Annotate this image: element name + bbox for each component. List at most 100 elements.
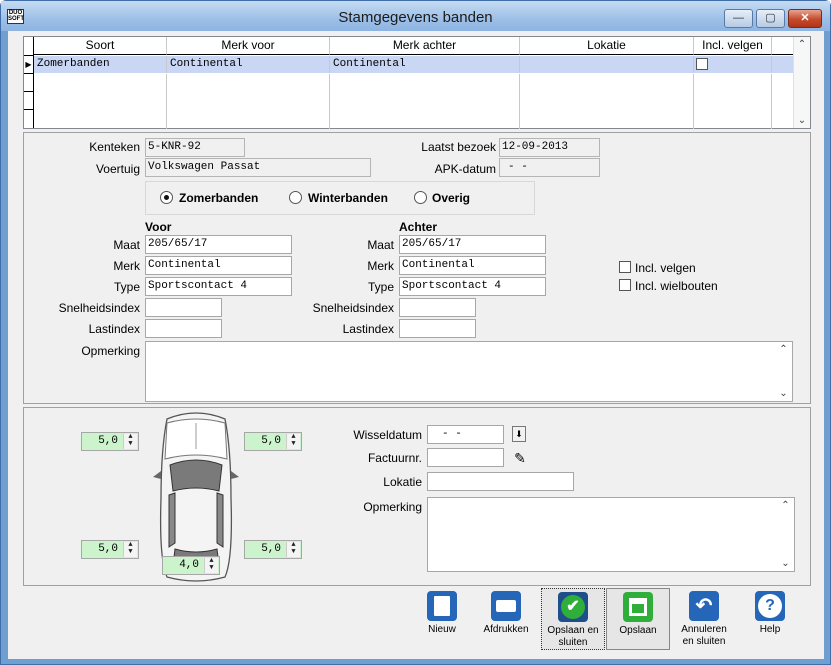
snelheidsindex-voor-field[interactable] bbox=[145, 298, 222, 317]
row-indicator[interactable] bbox=[24, 110, 34, 128]
title-bar[interactable]: DUO SOFT Stamgegevens banden — ▢ ✕ bbox=[1, 1, 830, 31]
incl-wielbouten-checkbox[interactable] bbox=[619, 279, 631, 291]
cell-merk-voor[interactable]: Continental bbox=[167, 56, 330, 73]
tread-rear-right-spinner[interactable]: 5,0 ▲ ▼ bbox=[244, 540, 302, 559]
apk-datum-field[interactable]: - - bbox=[499, 158, 600, 177]
scroll-down-icon[interactable]: ⌄ bbox=[794, 115, 810, 126]
voor-heading: Voor bbox=[145, 220, 172, 234]
opmerking-label: Opmerking bbox=[81, 344, 140, 358]
scroll-down-icon[interactable]: ⌄ bbox=[775, 388, 792, 399]
radio-overig[interactable] bbox=[414, 191, 427, 204]
cell-lokatie[interactable] bbox=[520, 56, 694, 73]
col-header-incl-velgen[interactable]: Incl. velgen bbox=[694, 37, 772, 55]
help-button[interactable]: ? Help bbox=[738, 588, 802, 650]
wisseldatum-field[interactable]: - - bbox=[427, 425, 504, 444]
lastindex-voor-field[interactable] bbox=[145, 319, 222, 338]
spin-arrows-icon[interactable]: ▲ ▼ bbox=[286, 434, 300, 449]
col-header-merk-achter[interactable]: Merk achter bbox=[330, 37, 520, 55]
opslaan-button[interactable]: Opslaan bbox=[606, 588, 670, 650]
help-icon: ? bbox=[755, 591, 785, 621]
overig-label[interactable]: Overig bbox=[432, 191, 470, 205]
tread-front-left-spinner[interactable]: 5,0 ▲ ▼ bbox=[81, 432, 139, 451]
cell-merk-achter[interactable]: Continental bbox=[330, 56, 520, 73]
row-indicator[interactable] bbox=[24, 74, 34, 92]
maat-achter-label: Maat bbox=[367, 238, 394, 252]
tread-spare-spinner[interactable]: 4,0 ▲ ▼ bbox=[162, 556, 220, 575]
spin-arrows-icon[interactable]: ▲ ▼ bbox=[123, 542, 137, 557]
calendar-dropdown-icon[interactable]: ⬇ bbox=[512, 426, 526, 442]
grid-scrollbar[interactable]: ⌃ ⌄ bbox=[793, 37, 810, 128]
maat-achter-field[interactable]: 205/65/17 bbox=[399, 235, 546, 254]
scroll-up-icon[interactable]: ⌃ bbox=[775, 344, 792, 355]
spin-arrows-icon[interactable]: ▲ ▼ bbox=[286, 542, 300, 557]
annuleren-en-sluiten-button[interactable]: ↶ Annuleren en sluiten bbox=[672, 588, 736, 650]
cell-soort[interactable]: Zomerbanden bbox=[34, 56, 167, 73]
spin-arrows-icon[interactable]: ▲ ▼ bbox=[123, 434, 137, 449]
merk-achter-field[interactable]: Continental bbox=[399, 256, 546, 275]
scroll-down-icon[interactable]: ⌄ bbox=[777, 558, 794, 569]
apk-datum-label: APK-datum bbox=[434, 162, 496, 176]
type-achter-label: Type bbox=[367, 280, 394, 294]
cell-incl-velgen[interactable] bbox=[694, 56, 772, 73]
type-achter-field[interactable]: Sportscontact 4 bbox=[399, 277, 546, 296]
row-indicator[interactable] bbox=[24, 92, 34, 110]
maximize-button[interactable]: ▢ bbox=[756, 9, 785, 28]
lastindex-achter-label: Lastindex bbox=[342, 322, 394, 336]
opslaan-en-sluiten-label-2: sluiten bbox=[558, 637, 588, 648]
lastindex-achter-field[interactable] bbox=[399, 319, 476, 338]
row-indicator-header bbox=[24, 37, 34, 56]
maat-voor-field[interactable]: 205/65/17 bbox=[145, 235, 292, 254]
scroll-up-icon[interactable]: ⌃ bbox=[777, 500, 794, 511]
lokatie-field[interactable] bbox=[427, 472, 574, 491]
radio-winterbanden[interactable] bbox=[289, 191, 302, 204]
opslaan-en-sluiten-button[interactable]: ✔ Opslaan en sluiten bbox=[541, 588, 605, 650]
swap-opmerking-label: Opmerking bbox=[363, 500, 422, 514]
annuleren-label-2: en sluiten bbox=[682, 636, 726, 647]
laatst-bezoek-field[interactable]: 12-09-2013 bbox=[499, 138, 600, 157]
spin-arrows-icon[interactable]: ▲ ▼ bbox=[204, 558, 218, 573]
row-pointer-icon[interactable]: ▶ bbox=[24, 56, 34, 74]
col-header-soort[interactable]: Soort bbox=[34, 37, 167, 55]
nieuw-button[interactable]: Nieuw bbox=[410, 588, 474, 650]
achter-heading: Achter bbox=[399, 220, 438, 234]
col-header-lokatie[interactable]: Lokatie bbox=[520, 37, 694, 55]
incl-velgen-label[interactable]: Incl. velgen bbox=[635, 261, 696, 275]
merk-achter-label: Merk bbox=[367, 259, 394, 273]
edit-note-icon[interactable]: ✎ bbox=[511, 449, 529, 467]
tread-front-right-value: 5,0 bbox=[261, 435, 281, 447]
window-title: Stamgegevens banden bbox=[338, 9, 493, 26]
factuurnr-field[interactable] bbox=[427, 448, 504, 467]
undo-icon: ↶ bbox=[689, 591, 719, 621]
incl-velgen-checkbox[interactable] bbox=[619, 261, 631, 273]
main-window: DUO SOFT Stamgegevens banden — ▢ ✕ Soort… bbox=[0, 0, 831, 665]
incl-wielbouten-label[interactable]: Incl. wielbouten bbox=[635, 279, 718, 293]
tread-rear-left-spinner[interactable]: 5,0 ▲ ▼ bbox=[81, 540, 139, 559]
incl-velgen-cell-checkbox[interactable] bbox=[696, 58, 708, 70]
close-button[interactable]: ✕ bbox=[788, 9, 822, 28]
new-document-icon bbox=[427, 591, 457, 621]
col-header-merk-voor[interactable]: Merk voor bbox=[167, 37, 330, 55]
snelheidsindex-achter-field[interactable] bbox=[399, 298, 476, 317]
check-save-icon: ✔ bbox=[558, 592, 588, 622]
minimize-button[interactable]: — bbox=[724, 9, 753, 28]
lastindex-voor-label: Lastindex bbox=[88, 322, 140, 336]
kenteken-field[interactable]: 5-KNR-92 bbox=[145, 138, 245, 157]
opmerking-textarea[interactable]: ⌃ ⌄ bbox=[145, 341, 793, 402]
voertuig-field[interactable]: Volkswagen Passat bbox=[145, 158, 371, 177]
merk-voor-label: Merk bbox=[113, 259, 140, 273]
col-header-filler bbox=[772, 37, 793, 55]
type-voor-field[interactable]: Sportscontact 4 bbox=[145, 277, 292, 296]
zomerbanden-label[interactable]: Zomerbanden bbox=[179, 191, 258, 205]
swap-opmerking-textarea[interactable]: ⌃ ⌄ bbox=[427, 497, 795, 572]
afdrukken-button[interactable]: Afdrukken bbox=[474, 588, 538, 650]
winterbanden-label[interactable]: Winterbanden bbox=[308, 191, 388, 205]
afdrukken-label: Afdrukken bbox=[483, 624, 529, 635]
memo-scrollbar[interactable]: ⌃ ⌄ bbox=[777, 498, 794, 571]
lokatie-label: Lokatie bbox=[383, 475, 422, 489]
memo-scrollbar[interactable]: ⌃ ⌄ bbox=[775, 342, 792, 401]
merk-voor-field[interactable]: Continental bbox=[145, 256, 292, 275]
tyre-grid[interactable]: Soort Merk voor Merk achter Lokatie Incl… bbox=[23, 36, 811, 129]
scroll-up-icon[interactable]: ⌃ bbox=[794, 39, 810, 50]
tread-front-right-spinner[interactable]: 5,0 ▲ ▼ bbox=[244, 432, 302, 451]
radio-zomerbanden[interactable] bbox=[160, 191, 173, 204]
